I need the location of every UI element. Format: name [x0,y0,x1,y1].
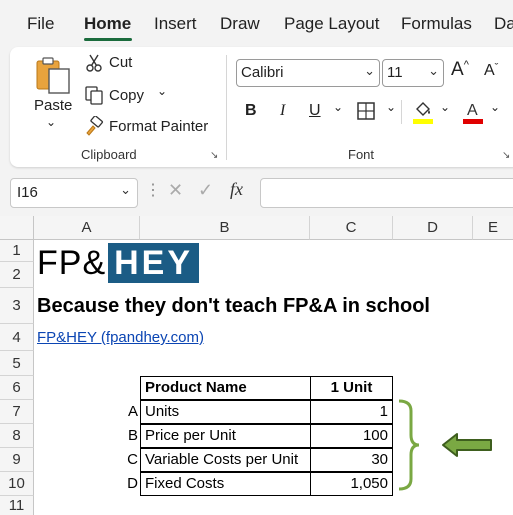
table-header-1-unit[interactable]: 1 Unit [310,376,393,400]
table-cell-name[interactable]: Units [140,400,311,424]
row-letter[interactable]: C [100,448,138,471]
paste-dropdown-chevron-icon[interactable]: ⌄ [46,115,56,129]
tab-data[interactable]: Da [494,14,513,34]
tab-formulas[interactable]: Formulas [401,14,472,34]
copy-dropdown-chevron-icon[interactable]: ⌄ [157,84,167,98]
column-header-c[interactable]: C [310,216,393,240]
ribbon-separator [226,55,227,160]
column-header-d[interactable]: D [393,216,473,240]
clipboard-group-label: Clipboard [81,147,137,162]
row-header[interactable]: 11 [0,496,34,515]
italic-button[interactable]: I [280,102,285,120]
row-header[interactable]: 10 [0,472,34,496]
cut-button[interactable]: Cut [109,54,132,71]
paste-button[interactable] [34,55,74,95]
cut-icon [84,53,104,73]
tagline: Because they don't teach FP&A in school [37,295,430,317]
row-header[interactable]: 2 [0,262,34,288]
decrease-font-size-icon[interactable]: Aˇ [484,62,498,80]
table-cell-value[interactable]: 1,050 [310,472,393,496]
tab-page-layout[interactable]: Page Layout [284,14,379,34]
font-name-select[interactable]: Calibri ⌄ [236,59,380,87]
copy-icon [84,85,104,105]
row-header[interactable]: 5 [0,351,34,376]
format-painter-icon [84,115,104,136]
tab-draw[interactable]: Draw [220,14,260,34]
row-header[interactable]: 8 [0,424,34,448]
paste-icon [36,57,70,94]
table-cell-value[interactable]: 30 [310,448,393,472]
increase-font-size-icon[interactable]: A^ [451,59,469,81]
chevron-down-icon: ⌄ [364,63,375,78]
table-cell-value[interactable]: 100 [310,424,393,448]
copy-button[interactable]: Copy [109,87,144,104]
font-color-dropdown-chevron-icon[interactable]: ⌄ [490,100,500,114]
paste-label[interactable]: Paste [34,97,72,114]
tab-home[interactable]: Home [84,14,131,34]
column-header-a[interactable]: A [34,216,140,240]
format-painter-button[interactable]: Format Painter [109,118,208,135]
font-size-select[interactable]: 11 ⌄ [382,59,444,87]
svg-text:A: A [467,102,478,119]
chevron-down-icon: ⌄ [120,182,131,197]
table-cell-name[interactable]: Variable Costs per Unit [140,448,311,472]
font-name-value: Calibri [241,64,284,81]
row-header[interactable]: 3 [0,288,34,324]
name-box-value: I16 [17,184,38,201]
logo-text-left: FP& [37,243,107,282]
row-header[interactable]: 9 [0,448,34,472]
bold-button[interactable]: B [245,102,257,120]
enter-check-icon[interactable]: ✓ [198,180,213,201]
font-launcher-icon[interactable]: ↘ [502,150,510,161]
website-link[interactable]: FP&HEY (fpandhey.com) [37,326,204,349]
row-header[interactable]: 1 [0,240,34,262]
fill-color-dropdown-chevron-icon[interactable]: ⌄ [440,100,450,114]
clipboard-launcher-icon[interactable]: ↘ [210,150,218,161]
table-cell-name[interactable]: Price per Unit [140,424,311,448]
font-color-icon[interactable]: A [462,99,484,125]
formula-input[interactable] [260,178,513,208]
more-options-icon[interactable]: ⋮ [145,180,161,200]
row-letter[interactable]: D [100,472,138,495]
fill-color-icon[interactable] [412,99,434,125]
tab-file[interactable]: File [27,14,54,34]
chevron-down-icon: ⌄ [428,63,439,78]
select-all-corner[interactable] [0,216,34,240]
row-header[interactable]: 6 [0,376,34,400]
table-header-product-name[interactable]: Product Name [140,376,311,400]
insert-function-icon[interactable]: fx [230,179,243,200]
fpandhey-logo: FP& HEY [37,243,200,283]
ribbon-separator [401,100,402,124]
font-size-value: 11 [387,64,403,81]
borders-dropdown-chevron-icon[interactable]: ⌄ [386,100,396,114]
row-letter[interactable]: B [100,424,138,447]
font-group-label: Font [348,147,375,162]
borders-icon[interactable] [356,101,376,121]
row-letter[interactable]: A [100,400,138,423]
logo-text-right: HEY [108,243,200,283]
underline-button[interactable]: U [309,102,321,120]
row-header[interactable]: 7 [0,400,34,424]
row-header[interactable]: 4 [0,324,34,351]
table-cell-value[interactable]: 1 [310,400,393,424]
table-cell-name[interactable]: Fixed Costs [140,472,311,496]
active-tab-indicator [84,38,132,41]
cancel-icon[interactable]: ✕ [168,180,183,201]
underline-dropdown-chevron-icon[interactable]: ⌄ [333,100,343,114]
name-box[interactable]: I16 ⌄ [10,178,138,208]
annotation-bracket-arrow [398,399,492,491]
column-header-b[interactable]: B [140,216,310,240]
tab-insert[interactable]: Insert [154,14,197,34]
column-header-e[interactable]: E [473,216,513,240]
